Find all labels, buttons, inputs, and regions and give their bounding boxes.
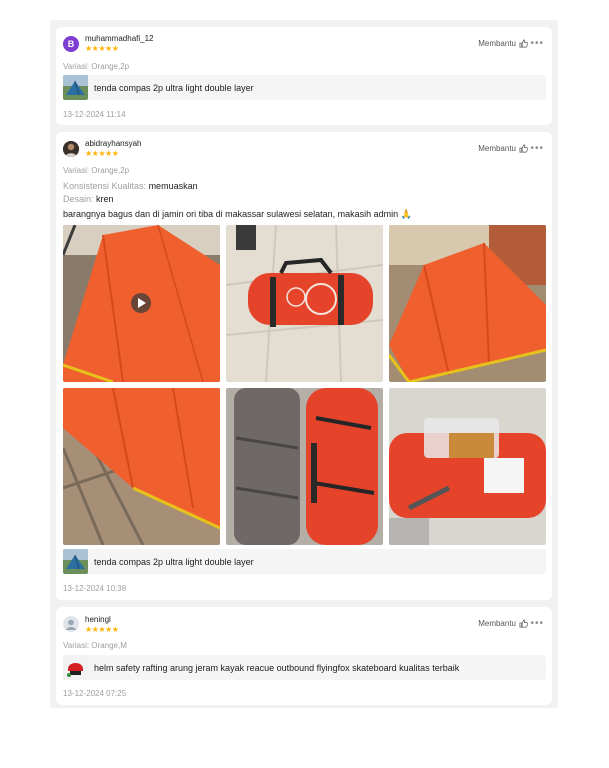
play-icon[interactable] xyxy=(131,293,151,313)
avatar[interactable] xyxy=(63,141,79,157)
reviewer-name: muhammadhafi_12 xyxy=(85,34,154,43)
avatar[interactable] xyxy=(63,616,79,632)
more-options-icon[interactable]: ••• xyxy=(530,39,544,49)
thumbs-up-icon xyxy=(519,619,528,628)
product-name: helm safety rafting arung jeram kayak re… xyxy=(94,663,460,673)
reviewer-name: heningl xyxy=(85,615,111,624)
helpful-label: Membantu xyxy=(478,144,516,153)
thumbs-up-icon xyxy=(519,144,528,153)
variant-label: Variasi: Orange,2p xyxy=(63,62,130,71)
review-date: 13-12-2024 11:14 xyxy=(63,110,126,119)
rating-stars: ★★★★★ xyxy=(85,625,119,634)
review-text: barangnya bagus dan di jamin ori tiba di… xyxy=(63,209,412,219)
review-date: 13-12-2024 10:38 xyxy=(63,584,127,593)
review-card: abidrayhansyah ★★★★★ Membantu ••• Varias… xyxy=(56,132,552,600)
quality-value: memuaskan xyxy=(148,181,198,191)
review-image[interactable] xyxy=(63,388,220,545)
rating-stars: ★★★★★ xyxy=(85,44,119,53)
review-date: 13-12-2024 07:25 xyxy=(63,689,127,698)
review-card: B muhammadhafi_12 ★★★★★ Membantu ••• Var… xyxy=(56,27,552,125)
product-link[interactable]: tenda compas 2p ultra light double layer xyxy=(63,549,546,574)
helpful-label: Membantu xyxy=(478,39,516,48)
helpful-button[interactable]: Membantu xyxy=(478,39,528,48)
product-thumbnail xyxy=(63,549,88,574)
quality-key: Konsistensi Kualitas: xyxy=(63,181,147,191)
reviewer-name: abidrayhansyah xyxy=(85,139,142,148)
review-image[interactable] xyxy=(389,225,546,382)
review-video[interactable] xyxy=(63,225,220,382)
design-key: Desain: xyxy=(63,194,94,204)
helpful-button[interactable]: Membantu xyxy=(478,144,528,153)
design-value: kren xyxy=(96,194,114,204)
product-name: tenda compas 2p ultra light double layer xyxy=(94,83,254,93)
product-link[interactable]: helm safety rafting arung jeram kayak re… xyxy=(63,655,546,680)
product-link[interactable]: tenda compas 2p ultra light double layer xyxy=(63,75,546,100)
thumbs-up-icon xyxy=(519,39,528,48)
review-image[interactable] xyxy=(226,388,383,545)
variant-label: Variasi: Orange,M xyxy=(63,641,127,650)
review-image[interactable] xyxy=(389,388,546,545)
design-attribute: Desain: kren xyxy=(63,194,114,204)
product-name: tenda compas 2p ultra light double layer xyxy=(94,557,254,567)
rating-stars: ★★★★★ xyxy=(85,149,119,158)
more-options-icon[interactable]: ••• xyxy=(530,144,544,154)
variant-label: Variasi: Orange,2p xyxy=(63,166,130,175)
helpful-button[interactable]: Membantu xyxy=(478,619,528,628)
quality-attribute: Konsistensi Kualitas: memuaskan xyxy=(63,181,198,191)
helpful-label: Membantu xyxy=(478,619,516,628)
review-card: heningl ★★★★★ Membantu ••• Variasi: Oran… xyxy=(56,607,552,705)
review-image[interactable] xyxy=(226,225,383,382)
more-options-icon[interactable]: ••• xyxy=(530,619,544,629)
product-thumbnail xyxy=(63,655,88,680)
avatar[interactable]: B xyxy=(63,36,79,52)
product-thumbnail xyxy=(63,75,88,100)
